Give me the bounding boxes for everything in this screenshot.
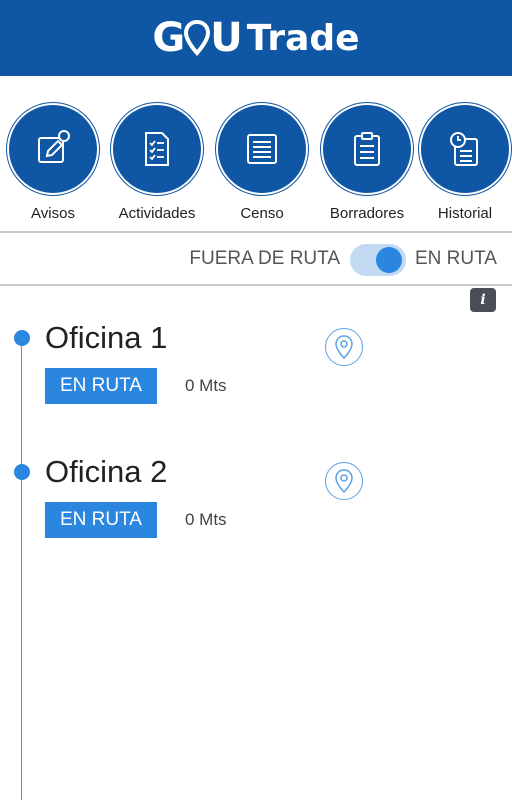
divider-bottom bbox=[0, 284, 512, 286]
menu-label-historial: Historial bbox=[437, 205, 493, 222]
logo-text: Trade bbox=[246, 17, 360, 59]
menu-label-actividades: Actividades bbox=[118, 205, 196, 222]
office-distance: 0 Mts bbox=[185, 510, 227, 529]
avisos-button[interactable] bbox=[9, 105, 97, 193]
route-toggle[interactable] bbox=[350, 244, 406, 276]
office-distance: 0 Mts bbox=[185, 376, 227, 395]
app-header: G U Trade bbox=[0, 0, 512, 76]
timeline-dot bbox=[14, 464, 30, 480]
timeline-dot bbox=[14, 330, 30, 346]
menu-actividades[interactable]: Actividades bbox=[107, 100, 207, 222]
map-pin-icon bbox=[335, 335, 353, 359]
main-menu: Avisos Actividades Censo Borradores Hist… bbox=[0, 100, 512, 226]
menu-label-avisos: Avisos bbox=[31, 205, 75, 222]
office-item[interactable]: Oficina 2 EN RUTA 0 Mts bbox=[0, 454, 512, 582]
divider-top bbox=[0, 231, 512, 233]
office-name: Oficina 1 bbox=[45, 320, 168, 355]
toggle-label-on-route: EN RUTA bbox=[415, 248, 497, 269]
checklist-icon bbox=[145, 132, 169, 166]
location-button[interactable] bbox=[325, 462, 363, 500]
office-item[interactable]: Oficina 1 EN RUTA 0 Mts bbox=[0, 320, 512, 448]
actividades-button[interactable] bbox=[113, 105, 201, 193]
info-button[interactable]: i bbox=[470, 288, 496, 312]
app-logo: G U Trade bbox=[152, 15, 359, 61]
borradores-button[interactable] bbox=[323, 105, 411, 193]
menu-label-censo: Censo bbox=[240, 205, 284, 222]
history-icon bbox=[450, 132, 478, 166]
office-name: Oficina 2 bbox=[45, 454, 168, 489]
route-status-badge: EN RUTA bbox=[45, 502, 157, 538]
menu-censo[interactable]: Censo bbox=[212, 100, 312, 222]
menu-historial[interactable]: Historial bbox=[415, 100, 512, 222]
logo-letter-u: U bbox=[210, 15, 243, 61]
menu-label-borradores: Borradores bbox=[329, 205, 405, 222]
logo-pin-icon bbox=[184, 20, 211, 56]
logo-letter: G bbox=[152, 15, 185, 61]
censo-button[interactable] bbox=[218, 105, 306, 193]
route-status-badge: EN RUTA bbox=[45, 368, 157, 404]
menu-borradores[interactable]: Borradores bbox=[317, 100, 417, 222]
notice-edit-icon bbox=[38, 130, 70, 163]
route-toggle-row: FUERA DE RUTA EN RUTA bbox=[0, 236, 512, 284]
list-icon bbox=[247, 134, 277, 164]
map-pin-icon bbox=[335, 469, 353, 493]
clipboard-icon bbox=[354, 132, 380, 166]
toggle-knob[interactable] bbox=[376, 247, 402, 273]
menu-avisos[interactable]: Avisos bbox=[3, 100, 103, 222]
historial-button[interactable] bbox=[421, 105, 509, 193]
location-button[interactable] bbox=[325, 328, 363, 366]
toggle-label-off-route: FUERA DE RUTA bbox=[189, 248, 340, 269]
